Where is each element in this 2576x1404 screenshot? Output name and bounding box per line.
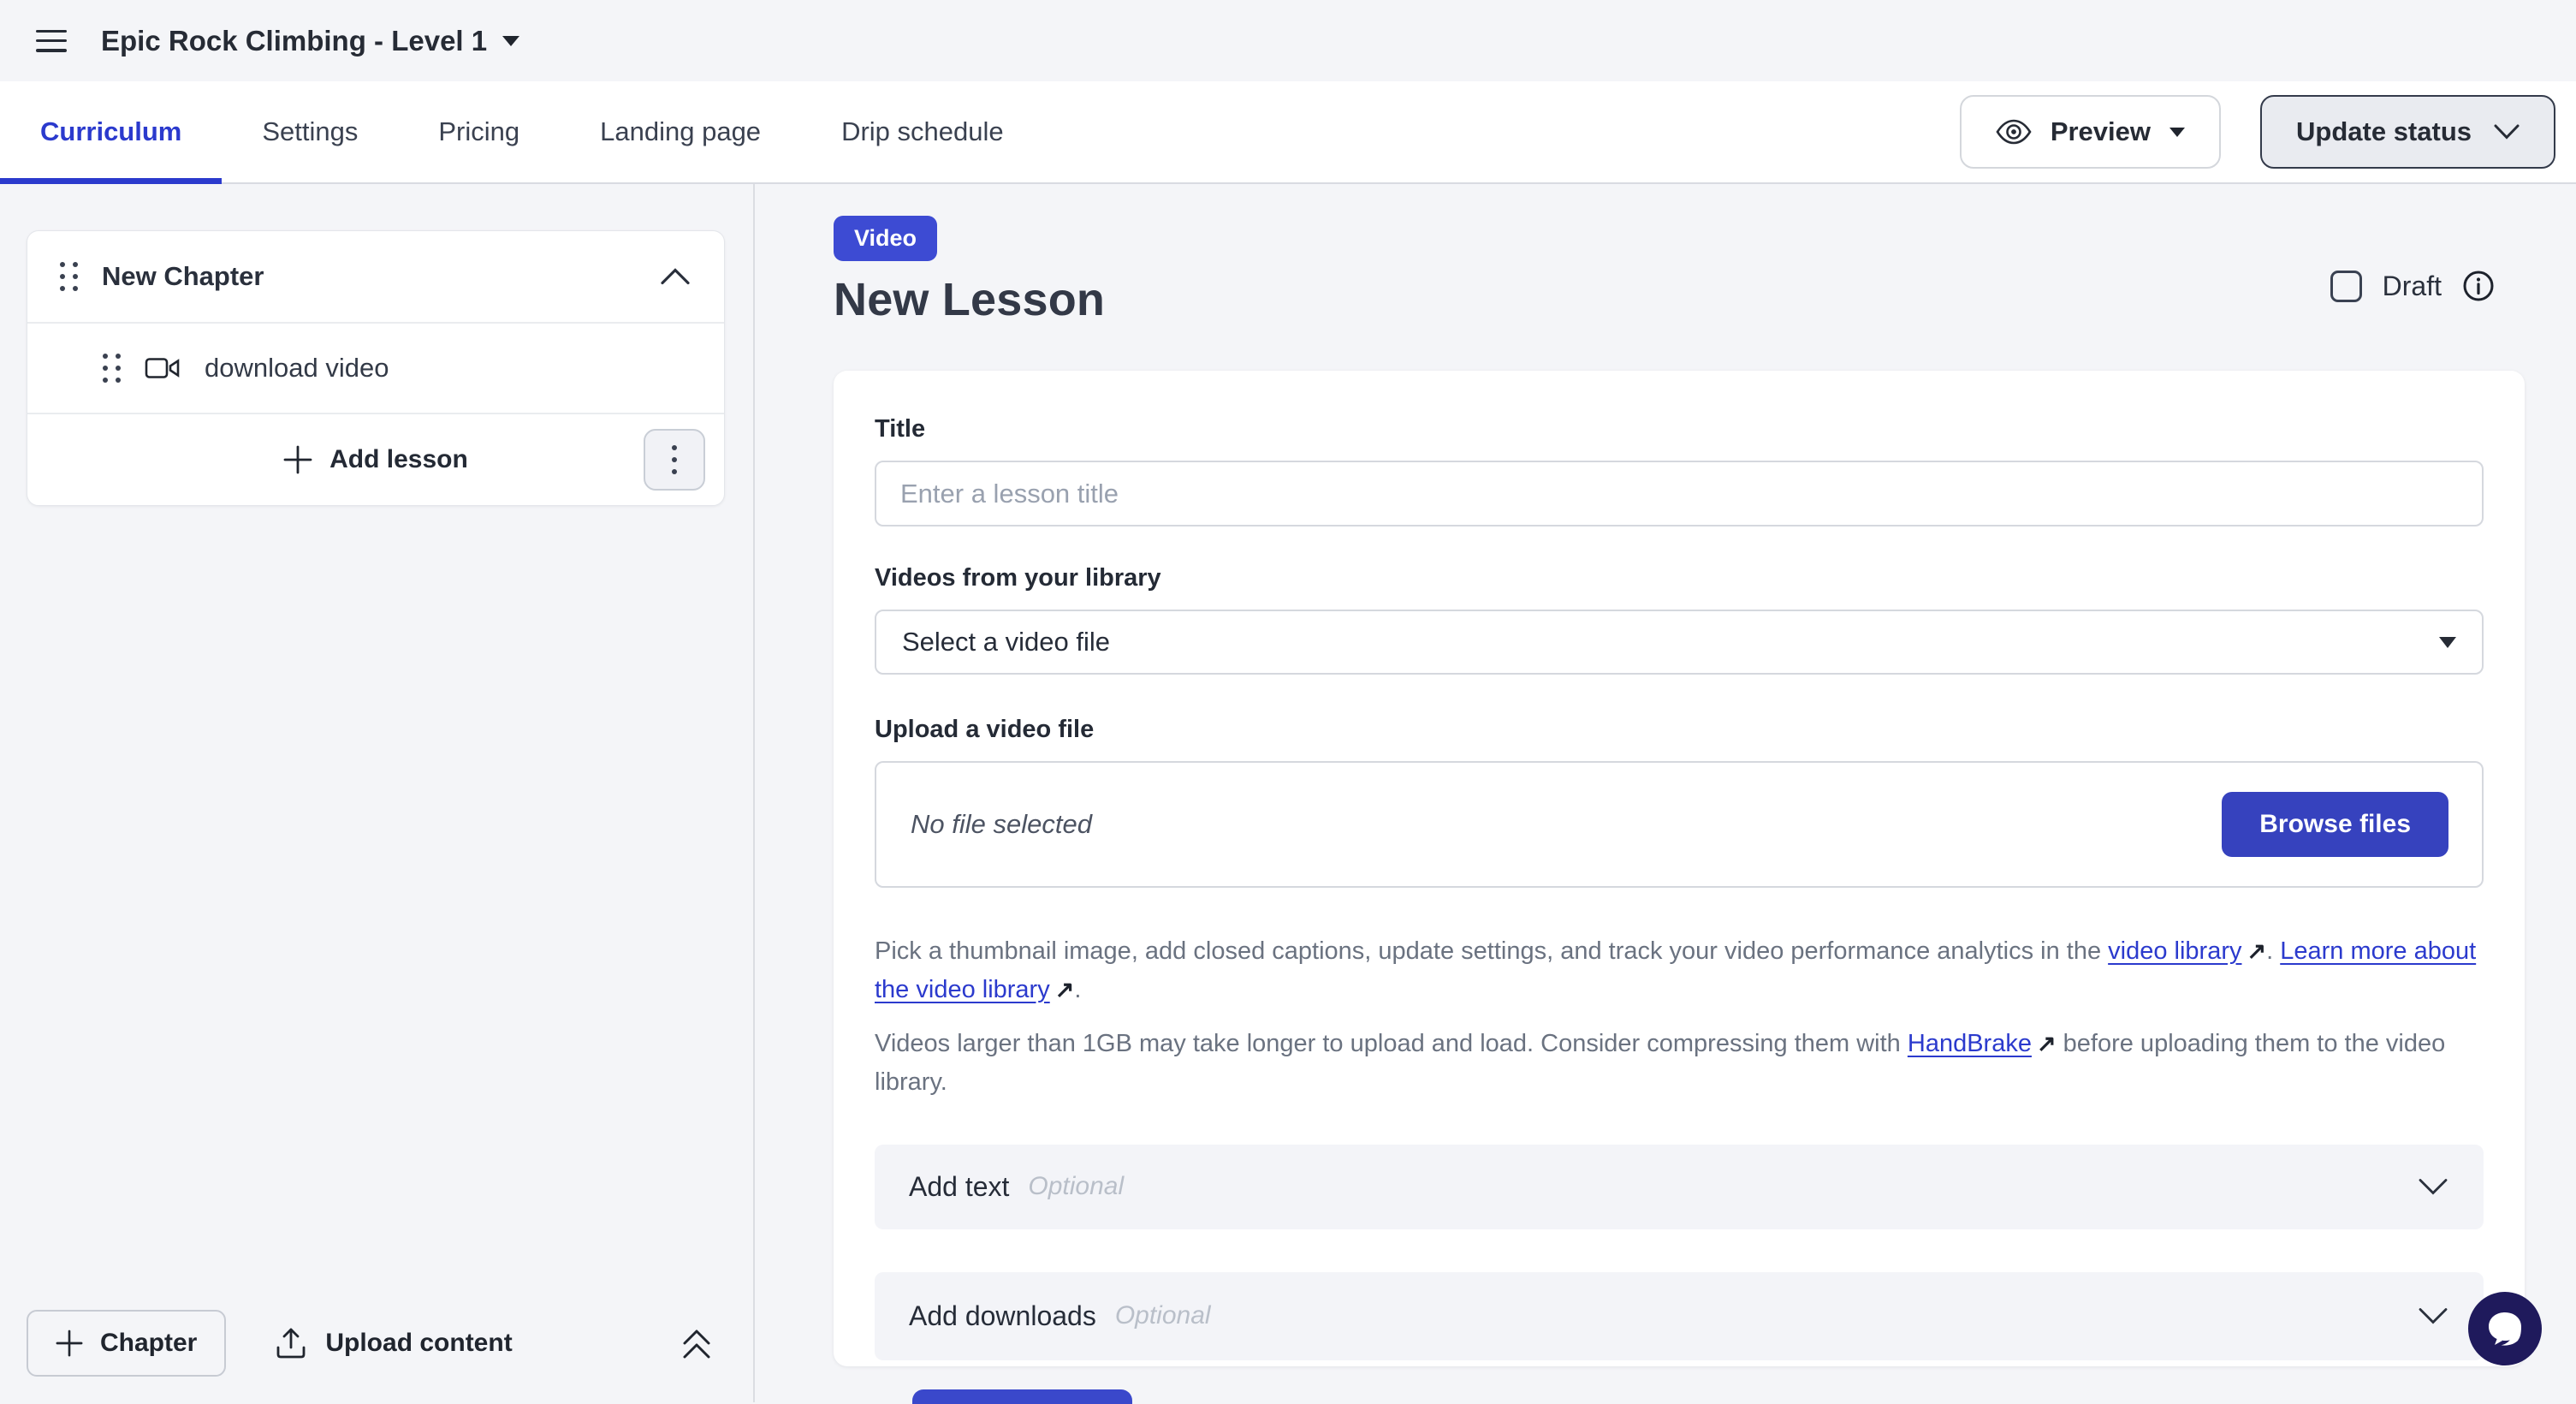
course-builder-app: { "topbar": { "title": "Epic Rock Climbi… — [0, 0, 2576, 1404]
tabbar: Curriculum Settings Pricing Landing page… — [0, 81, 2576, 184]
lesson-form-card: Title Videos from your library Select a … — [834, 371, 2525, 1366]
preview-button[interactable]: Preview — [1960, 95, 2221, 169]
upload-field-label: Upload a video file — [875, 716, 2484, 744]
add-text-label: Add text — [909, 1171, 1009, 1203]
handbrake-link[interactable]: HandBrake — [1908, 1030, 2032, 1057]
upload-icon — [276, 1327, 306, 1359]
course-title: Epic Rock Climbing - Level 1 — [101, 25, 487, 57]
chapter-footer: Add lesson — [27, 414, 724, 505]
add-downloads-label: Add downloads — [909, 1300, 1096, 1332]
add-chapter-label: Chapter — [100, 1329, 197, 1358]
draft-label: Draft — [2383, 271, 2442, 302]
chevron-down-icon — [2494, 124, 2520, 140]
curriculum-sidebar: New Chapter download video — [0, 184, 755, 1402]
external-link-icon: ↗ — [1055, 973, 1075, 1008]
drag-handle-icon[interactable] — [103, 354, 121, 383]
tab-curriculum[interactable]: Curriculum — [0, 81, 222, 182]
add-text-section[interactable]: Add text Optional — [875, 1145, 2484, 1229]
preview-label: Preview — [2051, 116, 2151, 147]
lesson-title-input[interactable] — [875, 461, 2484, 526]
external-link-icon: ↗ — [2037, 1026, 2057, 1062]
video-camera-icon — [145, 355, 181, 381]
plus-icon — [56, 1330, 83, 1357]
draft-toggle-group: Draft — [2330, 270, 2495, 302]
chapter-card: New Chapter download video — [27, 230, 725, 506]
upload-content-label: Upload content — [325, 1329, 512, 1358]
chevron-down-icon — [2419, 1178, 2448, 1195]
chevron-up-icon[interactable] — [661, 268, 690, 285]
chevron-down-icon — [2169, 128, 2185, 137]
drag-handle-icon[interactable] — [60, 262, 78, 291]
tab-settings[interactable]: Settings — [222, 81, 398, 182]
tabbar-actions: Preview Update status — [1960, 81, 2555, 182]
chapter-header[interactable]: New Chapter — [27, 231, 724, 322]
help-text-segment: Videos larger than 1GB may take longer t… — [875, 1030, 1908, 1057]
chevron-down-icon — [502, 36, 519, 46]
add-lesson-button[interactable]: Add lesson — [27, 445, 724, 474]
help-text-segment: Pick a thumbnail image, add closed capti… — [875, 937, 2108, 965]
title-field-label: Title — [875, 415, 2484, 443]
help-text-segment: . — [1074, 976, 1081, 1003]
save-lesson-button[interactable]: Save lesson — [912, 1389, 1132, 1404]
external-link-icon: ↗ — [2247, 934, 2266, 970]
file-upload-dropzone[interactable]: No file selected Browse files — [875, 761, 2484, 888]
lesson-type-badge: Video — [834, 216, 937, 261]
video-help-text: Pick a thumbnail image, add closed capti… — [875, 932, 2484, 1009]
lesson-item[interactable]: download video — [27, 324, 724, 413]
hamburger-menu-icon[interactable] — [36, 30, 67, 52]
optional-hint: Optional — [1028, 1172, 2419, 1201]
update-status-label: Update status — [2296, 116, 2472, 147]
collapse-all-icon[interactable] — [681, 1326, 712, 1360]
chat-bubble-icon — [2485, 1310, 2525, 1347]
eye-icon — [1996, 119, 2032, 145]
chapter-title: New Chapter — [102, 261, 637, 292]
chapter-menu-button[interactable] — [644, 429, 705, 491]
upload-content-button[interactable]: Upload content — [276, 1327, 512, 1359]
compression-help-text: Videos larger than 1GB may take longer t… — [875, 1025, 2484, 1102]
content-area: New Chapter download video — [0, 184, 2576, 1402]
optional-hint: Optional — [1115, 1301, 2419, 1330]
lesson-name: download video — [205, 353, 389, 384]
topbar: Epic Rock Climbing - Level 1 — [0, 0, 2576, 81]
plus-icon — [283, 445, 312, 474]
lesson-editor: Video New Lesson Draft Title Videos from… — [755, 184, 2576, 1402]
update-status-button[interactable]: Update status — [2260, 95, 2555, 169]
video-select[interactable]: Select a video file — [875, 610, 2484, 675]
select-caret-icon — [2439, 637, 2456, 648]
add-chapter-button[interactable]: Chapter — [27, 1310, 226, 1377]
course-switcher[interactable]: Epic Rock Climbing - Level 1 — [101, 25, 519, 57]
video-select-value: Select a video file — [902, 627, 1110, 657]
info-icon[interactable] — [2462, 270, 2495, 302]
tab-landing-page[interactable]: Landing page — [560, 81, 801, 182]
lesson-page-title: New Lesson — [834, 273, 2576, 326]
chevron-down-icon — [2419, 1307, 2448, 1324]
no-file-text: No file selected — [911, 809, 2222, 840]
tab-drip-schedule[interactable]: Drip schedule — [801, 81, 1044, 182]
add-lesson-label: Add lesson — [329, 445, 468, 474]
tab-pricing[interactable]: Pricing — [398, 81, 560, 182]
help-text-segment: . — [2266, 937, 2280, 965]
browse-files-button[interactable]: Browse files — [2222, 792, 2448, 857]
chat-widget-button[interactable] — [2468, 1292, 2542, 1365]
sidebar-bottom-bar: Chapter Upload content — [27, 1310, 712, 1377]
draft-checkbox[interactable] — [2330, 271, 2362, 302]
add-downloads-section[interactable]: Add downloads Optional — [875, 1272, 2484, 1360]
library-field-label: Videos from your library — [875, 564, 2484, 592]
video-library-link[interactable]: video library — [2108, 937, 2241, 965]
